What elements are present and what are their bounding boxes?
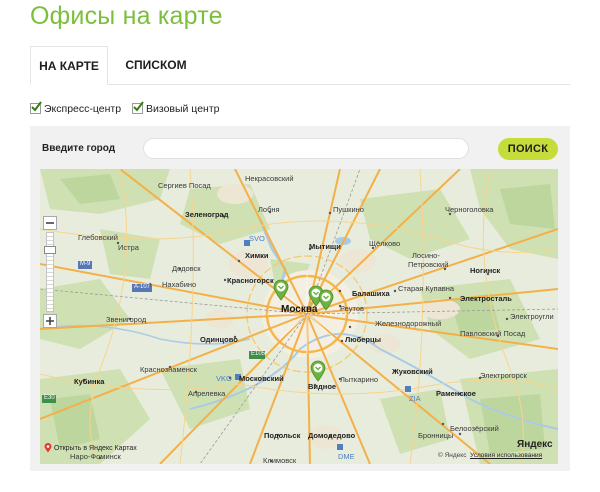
office-marker[interactable] (273, 279, 289, 301)
zoom-slider-track[interactable] (46, 232, 54, 312)
map-label: Зеленоград (185, 210, 229, 219)
map-label: Балашиха (352, 289, 390, 298)
map-label: Электроугли (510, 312, 554, 321)
city-input[interactable] (143, 138, 469, 159)
map-view[interactable]: Сергиев Посад Некрасовский Зеленоград Ло… (40, 169, 558, 464)
map-label: Московский (239, 374, 284, 383)
office-marker[interactable] (310, 360, 326, 382)
yandex-logo: Яндекс (517, 439, 553, 450)
zoom-out-button[interactable] (43, 216, 57, 230)
view-tabs: НА КАРТЕ СПИСКОМ (30, 46, 570, 85)
checkbox-express-center[interactable] (30, 101, 42, 114)
highway-shield-e105: E105 (251, 351, 266, 357)
map-label: Видное (308, 382, 337, 391)
map-label: Лосино- (412, 251, 440, 260)
map-label: Бронницы (418, 431, 454, 440)
zoom-in-button[interactable] (43, 314, 57, 328)
map-label: Черноголовка (445, 205, 494, 214)
map-label: Лыткарино (340, 375, 379, 384)
highway-shield-m9: M-9 (80, 261, 91, 267)
map-label: Нахабино (162, 280, 197, 289)
map-label: Краснознаменск (140, 365, 197, 374)
map-copyright: © Яндекс (438, 452, 467, 459)
map-label: Химки (245, 251, 269, 260)
map-label: Домодедово (308, 431, 356, 440)
map-label: Пушкино (333, 205, 364, 214)
map-label: ZIA (409, 394, 421, 403)
search-map-panel: Введите город ПОИСК Сергиев Посад Некрас… (30, 126, 570, 471)
map-label: Жуковский (392, 367, 433, 376)
map-label: Климовск (263, 456, 297, 464)
plus-icon (46, 317, 54, 325)
map-pin-red-icon (44, 443, 52, 453)
map-label: Белоозёрский (450, 424, 499, 433)
map-label: Петровский (408, 260, 449, 269)
map-label: Электрогорск (480, 371, 527, 380)
map-label: DME (338, 452, 355, 461)
map-label: SVO (249, 234, 265, 243)
map-label: Звенигород (106, 315, 147, 324)
map-label: Железнодорожный (375, 319, 442, 328)
map-label: Мытищи (309, 242, 341, 251)
open-in-yandex-label: Открыть в Яндекс Картах (53, 444, 137, 452)
filter-express-center-label: Экспресс-центр (44, 103, 122, 115)
map-label: Некрасовский (245, 174, 294, 183)
map-label: Электросталь (460, 294, 512, 303)
open-in-yandex-link[interactable]: Открыть в Яндекс Картах (44, 443, 137, 453)
check-icon (133, 101, 144, 112)
map-pin-icon (273, 279, 289, 301)
city-label: Введите город (42, 143, 116, 154)
search-button[interactable]: ПОИСК (498, 138, 558, 160)
map-label: Дедовск (172, 264, 201, 273)
map-label: Одинцово (200, 335, 238, 344)
map-label: Ногинск (470, 266, 501, 275)
zoom-control (43, 216, 57, 328)
map-label: Глебовский (78, 233, 118, 242)
map-pin-icon (318, 289, 334, 311)
zoom-slider-handle[interactable] (44, 246, 56, 254)
map-label: Сергиев Посад (158, 181, 211, 190)
map-label: Кубинка (74, 377, 105, 386)
map-label: Апрелевка (188, 389, 226, 398)
map-label: Наро-Фоминск (70, 452, 121, 461)
filter-visa-center-label: Визовый центр (146, 103, 220, 115)
map-label: Щёлково (369, 239, 401, 248)
map-label: VKO (216, 374, 232, 383)
terms-of-use-link[interactable]: Условия использования (470, 452, 542, 459)
map-pin-icon (310, 360, 326, 382)
map-label: Люберцы (345, 335, 381, 344)
map-label: Реутов (340, 304, 365, 313)
highway-shield-e30: E30 (44, 395, 55, 401)
map-label: Подольск (264, 431, 301, 440)
map-label: Лобня (258, 205, 280, 214)
page-title: Офисы на карте (30, 2, 223, 30)
tab-list[interactable]: СПИСКОМ (110, 46, 202, 84)
map-label: Раменское (436, 389, 476, 398)
office-marker[interactable] (318, 289, 334, 311)
tab-on-map[interactable]: НА КАРТЕ (30, 46, 108, 85)
minus-icon (46, 222, 54, 224)
checkbox-visa-center[interactable] (132, 101, 144, 114)
map-label: Павловский Посад (460, 329, 526, 338)
map-label: Красногорск (227, 276, 274, 285)
check-icon (31, 101, 42, 112)
highway-shield-a107: A-107 (134, 284, 151, 290)
map-label: Истра (118, 243, 139, 252)
map-label: Старая Купавна (398, 284, 455, 293)
